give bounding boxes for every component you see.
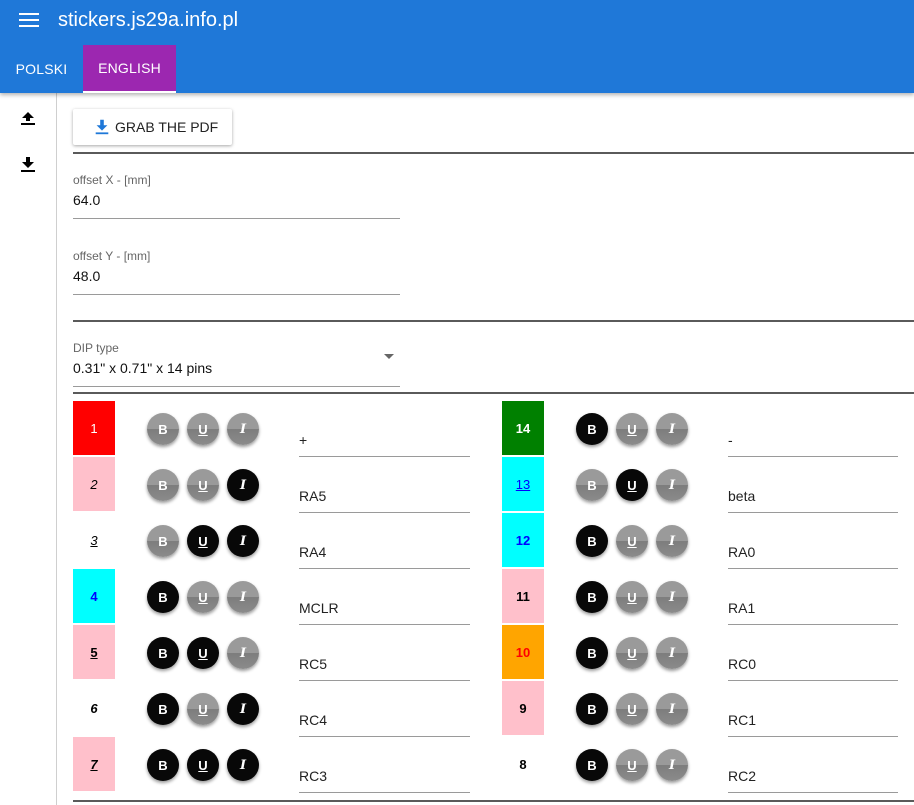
- underline-toggle-button[interactable]: U: [616, 525, 648, 557]
- underline-toggle-label: U: [627, 589, 637, 605]
- italic-toggle-button[interactable]: I: [656, 693, 688, 725]
- pin-row: 9 B U I: [57, 681, 914, 737]
- italic-toggle-button[interactable]: I: [656, 413, 688, 445]
- bold-toggle-label: B: [587, 757, 597, 773]
- pin-number-label: 12: [502, 513, 544, 567]
- dip-type-value: 0.31" x 0.71" x 14 pins: [73, 360, 213, 376]
- italic-toggle-button[interactable]: I: [656, 469, 688, 501]
- grab-pdf-button[interactable]: GRAB THE PDF: [73, 109, 232, 145]
- pin-label-input[interactable]: [728, 525, 898, 569]
- grab-pdf-label: GRAB THE PDF: [115, 119, 219, 135]
- offset-x-label: offset X - [mm]: [73, 173, 151, 187]
- pin-label-input[interactable]: [728, 469, 898, 513]
- bold-toggle-label: B: [587, 421, 597, 437]
- bold-toggle-button[interactable]: B: [576, 413, 608, 445]
- underline-toggle-button[interactable]: U: [616, 413, 648, 445]
- italic-toggle-label: I: [668, 533, 676, 549]
- italic-toggle-button[interactable]: I: [656, 525, 688, 557]
- italic-toggle-label: I: [668, 645, 676, 661]
- italic-toggle-label: I: [668, 757, 676, 773]
- underline-toggle-label: U: [627, 477, 637, 493]
- bold-toggle-label: B: [587, 477, 597, 493]
- sidebar: [0, 93, 57, 805]
- pin-row: 12 B U I: [57, 513, 914, 569]
- italic-toggle-label: I: [668, 589, 676, 605]
- underline-toggle-button[interactable]: U: [616, 469, 648, 501]
- underline-toggle-button[interactable]: U: [616, 749, 648, 781]
- italic-toggle-label: I: [668, 701, 676, 717]
- bold-toggle-button[interactable]: B: [576, 525, 608, 557]
- bold-toggle-button[interactable]: B: [576, 637, 608, 669]
- pin-row: 13 B U I: [57, 457, 914, 513]
- italic-toggle-button[interactable]: I: [656, 581, 688, 613]
- pin-row: 14 B U I: [57, 401, 914, 457]
- bold-toggle-button[interactable]: B: [576, 581, 608, 613]
- pin-row: 8 B U I: [57, 737, 914, 793]
- pin-label-input[interactable]: [728, 637, 898, 681]
- pin-number-label: 13: [502, 457, 544, 511]
- hamburger-menu-icon[interactable]: [19, 13, 39, 29]
- pin-number-label: 9: [502, 681, 544, 735]
- offset-y-input[interactable]: [73, 268, 400, 284]
- pin-label-input[interactable]: [728, 581, 898, 625]
- offset-y-field: offset Y - [mm]: [73, 249, 400, 295]
- pin-number-label: 14: [502, 401, 544, 455]
- bold-toggle-label: B: [587, 701, 597, 717]
- pin-number-label: 8: [502, 737, 544, 791]
- divider: [73, 152, 914, 154]
- bold-toggle-label: B: [587, 589, 597, 605]
- divider: [73, 320, 914, 322]
- bold-toggle-label: B: [587, 533, 597, 549]
- dip-type-label: DIP type: [73, 341, 119, 355]
- offset-x-input[interactable]: [73, 192, 400, 208]
- underline-toggle-button[interactable]: U: [616, 637, 648, 669]
- pin-number-label: 10: [502, 625, 544, 679]
- offset-x-field: offset X - [mm]: [73, 173, 400, 219]
- tab-polski[interactable]: POLSKI: [0, 45, 83, 93]
- underline-toggle-label: U: [627, 757, 637, 773]
- download-icon[interactable]: [18, 154, 38, 174]
- pin-label-input[interactable]: [728, 693, 898, 737]
- divider: [73, 392, 914, 394]
- upload-icon[interactable]: [18, 107, 38, 127]
- underline-toggle-label: U: [627, 421, 637, 437]
- bold-toggle-label: B: [587, 645, 597, 661]
- app-title: stickers.js29a.info.pl: [58, 9, 239, 31]
- tab-english[interactable]: ENGLISH: [83, 45, 176, 93]
- download-icon: [95, 119, 109, 135]
- pin-number-label: 11: [502, 569, 544, 623]
- italic-toggle-label: I: [668, 421, 676, 437]
- italic-toggle-label: I: [668, 477, 676, 493]
- bold-toggle-button[interactable]: B: [576, 693, 608, 725]
- divider: [73, 800, 914, 802]
- pin-label-input[interactable]: [728, 749, 898, 793]
- dip-type-select[interactable]: DIP type 0.31" x 0.71" x 14 pins: [73, 341, 400, 387]
- italic-toggle-button[interactable]: I: [656, 749, 688, 781]
- underline-toggle-button[interactable]: U: [616, 693, 648, 725]
- main-content: GRAB THE PDF offset X - [mm] offset Y - …: [57, 93, 914, 805]
- bold-toggle-button[interactable]: B: [576, 469, 608, 501]
- underline-toggle-label: U: [627, 701, 637, 717]
- italic-toggle-button[interactable]: I: [656, 637, 688, 669]
- underline-toggle-label: U: [627, 533, 637, 549]
- app-bar: stickers.js29a.info.pl POLSKI ENGLISH: [0, 0, 914, 93]
- bold-toggle-button[interactable]: B: [576, 749, 608, 781]
- pin-row: 10 B U I: [57, 625, 914, 681]
- pin-row: 11 B U I: [57, 569, 914, 625]
- underline-toggle-label: U: [627, 645, 637, 661]
- dropdown-arrow-icon: [384, 354, 394, 359]
- pin-label-input[interactable]: [728, 413, 898, 457]
- offset-y-label: offset Y - [mm]: [73, 249, 151, 263]
- underline-toggle-button[interactable]: U: [616, 581, 648, 613]
